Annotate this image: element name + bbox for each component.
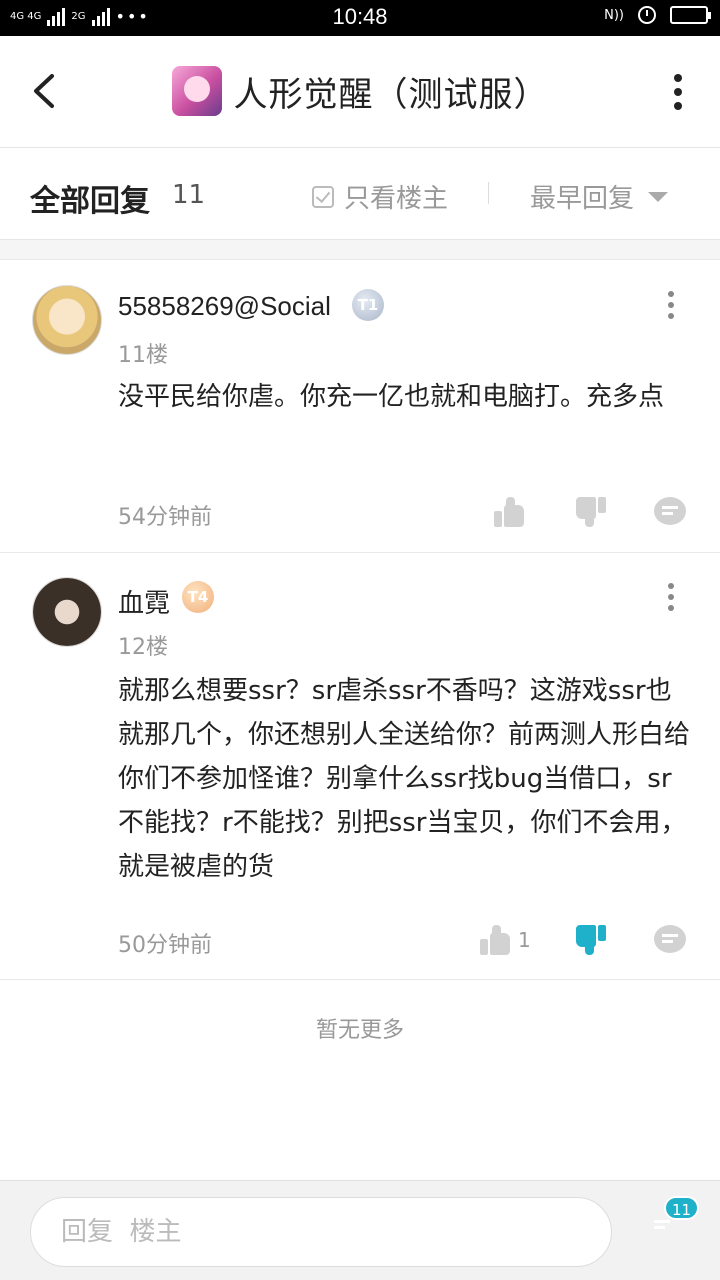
comment-icon <box>654 925 686 953</box>
avatar[interactable] <box>32 285 102 355</box>
bottom-bar <box>0 1180 720 1280</box>
reply-count: 11 <box>172 180 206 210</box>
avatar[interactable] <box>32 577 102 647</box>
thumbs-down-icon <box>574 497 606 527</box>
comment-item: 血霓 T4 12楼 就那么想要ssr？sr虐杀ssr不香吗？这游戏ssr也就那几… <box>0 553 720 980</box>
status-bar: 4G 4G 2G ••• 10:48 N)) <box>0 0 720 36</box>
dislike-button[interactable] <box>574 925 606 955</box>
app-logo <box>171 66 222 116</box>
thumbs-up-icon <box>480 925 512 955</box>
username[interactable]: 血霓 <box>118 583 170 620</box>
page-title: 人形觉醒（测试服） <box>233 74 549 115</box>
section-divider <box>0 240 720 260</box>
chevron-down-icon <box>648 191 669 202</box>
header-title-group[interactable]: 人形觉醒（测试服） <box>0 66 720 116</box>
only-op-label: 只看楼主 <box>344 184 449 214</box>
no-more-label: 暂无更多 <box>315 1018 404 1043</box>
comment-time: 50分钟前 <box>118 933 212 958</box>
thumbs-up-icon <box>494 497 526 527</box>
comment-more-icon[interactable] <box>668 291 676 319</box>
thumbs-down-icon <box>574 925 606 955</box>
filter-bar: 全部回复 11 只看楼主 最早回复 <box>0 148 720 240</box>
comment-text: 没平民给你虐。你充一亿也就和电脑打。充多点 <box>118 382 665 412</box>
level-badge: T1 <box>352 289 384 321</box>
header: 人形觉醒（测试服） <box>0 36 720 148</box>
comment-more-icon[interactable] <box>668 583 676 611</box>
only-op-toggle[interactable]: 只看楼主 <box>312 178 448 215</box>
more-vertical-icon[interactable] <box>672 74 684 110</box>
like-count: 1 <box>518 928 531 952</box>
all-replies-label: 全部回复 <box>30 184 150 219</box>
nfc-icon: N)) <box>604 7 624 23</box>
floor-number: 12楼 <box>118 635 168 660</box>
dislike-button[interactable] <box>574 497 606 527</box>
alarm-icon <box>638 6 656 24</box>
level-badge: T4 <box>182 581 214 613</box>
sort-dropdown[interactable]: 最早回复 <box>530 178 669 215</box>
battery-icon <box>670 6 711 24</box>
reply-button[interactable] <box>654 925 686 953</box>
comment-text: 就那么想要ssr？sr虐杀ssr不香吗？这游戏ssr也就那几个，你还想别人全送给… <box>118 676 691 882</box>
checkbox-icon[interactable] <box>312 185 334 208</box>
reply-button[interactable] <box>654 497 686 525</box>
status-right: N)) <box>604 6 711 24</box>
comment-icon <box>654 497 686 525</box>
like-button[interactable] <box>494 497 532 527</box>
divider <box>488 182 489 204</box>
sort-label: 最早回复 <box>530 184 635 214</box>
comment-item: 55858269@Social T1 11楼 没平民给你虐。你充一亿也就和电脑打… <box>0 261 720 553</box>
username[interactable]: 55858269@Social <box>118 291 331 322</box>
comment-time: 54分钟前 <box>118 505 212 530</box>
reply-input[interactable] <box>30 1197 612 1267</box>
comments-count-badge: 11 <box>664 1196 700 1220</box>
like-button[interactable]: 1 <box>480 925 531 955</box>
floor-number: 11楼 <box>118 343 168 368</box>
